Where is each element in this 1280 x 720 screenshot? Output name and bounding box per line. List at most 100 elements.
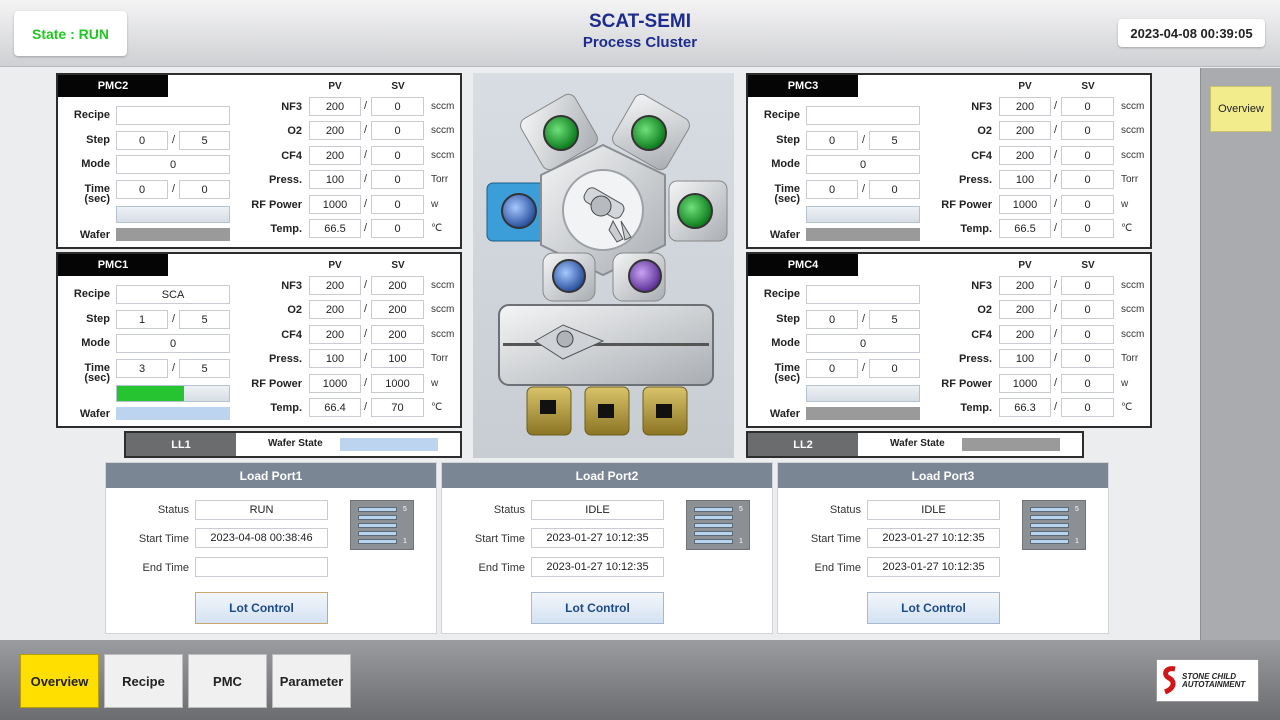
lp3-slot <box>1030 531 1069 536</box>
pmc1-press-sv[interactable]: 100 <box>371 349 424 368</box>
pmc1-rf-label: RF Power <box>251 378 302 390</box>
pmc1-o2-sv[interactable]: 200 <box>371 300 424 319</box>
pmc3-time-slash: / <box>862 183 866 195</box>
pmc4-time-slash: / <box>862 362 866 374</box>
pmc1-step-total[interactable]: 5 <box>179 310 230 329</box>
lp2-slot <box>694 523 733 528</box>
ll2-title: LL2 <box>748 433 858 456</box>
pmc1-o2-unit: sccm <box>431 304 455 315</box>
cluster-illustration <box>486 93 728 436</box>
pmc4-press-unit: Torr <box>1121 353 1139 364</box>
pmc4-temp-sv[interactable]: 0 <box>1061 398 1114 417</box>
pmc1-step-current[interactable]: 1 <box>116 310 168 329</box>
pmc2-cf4-sv[interactable]: 0 <box>371 146 424 165</box>
pmc3-step-current[interactable]: 0 <box>806 131 858 150</box>
lp1-lot-control-button[interactable]: Lot Control <box>195 592 328 624</box>
pmc2-o2-sv[interactable]: 0 <box>371 121 424 140</box>
pmc2-wafer-indicator <box>116 228 230 241</box>
side-overview-button[interactable]: Overview <box>1210 86 1272 132</box>
pmc1-nf3-label: NF3 <box>281 280 302 292</box>
logo-line2: AUTOTAINMENT <box>1182 679 1246 689</box>
lp3-slot <box>1030 507 1069 512</box>
nav-recipe-button[interactable]: Recipe <box>104 654 183 708</box>
lp1-title: Load Port1 <box>106 463 436 488</box>
pmc3-time-total[interactable]: 0 <box>869 180 920 199</box>
pmc2-progress-bar <box>116 206 230 223</box>
pmc4-time-total[interactable]: 0 <box>869 359 920 378</box>
pmc3-nf3-sv[interactable]: 0 <box>1061 97 1114 116</box>
pmc2-cf4-slash: / <box>364 149 368 161</box>
pmc4-nf3-sv[interactable]: 0 <box>1061 276 1114 295</box>
pmc3-rf-unit: w <box>1121 199 1129 210</box>
pmc2-nf3-sv[interactable]: 0 <box>371 97 424 116</box>
pmc3-cf4-sv[interactable]: 0 <box>1061 146 1114 165</box>
pmc3-step-total[interactable]: 5 <box>869 131 920 150</box>
pmc4-nf3-slash: / <box>1054 279 1058 291</box>
pmc3-rf-sv[interactable]: 0 <box>1061 195 1114 214</box>
lp2-status-field: IDLE <box>531 500 664 520</box>
pmc4-o2-sv[interactable]: 0 <box>1061 300 1114 319</box>
pmc2-recipe-field[interactable] <box>116 106 230 125</box>
nav-overview-button[interactable]: Overview <box>20 654 99 708</box>
pmc3-temp-sv[interactable]: 0 <box>1061 219 1114 238</box>
lp1-slot-top-number: 5 <box>403 506 407 513</box>
lp2-lot-control-button[interactable]: Lot Control <box>531 592 664 624</box>
pmc3-mode-field[interactable]: 0 <box>806 155 920 174</box>
pmc2-nf3-slash: / <box>364 100 368 112</box>
pmc4-step-total[interactable]: 5 <box>869 310 920 329</box>
pmc1-time-current[interactable]: 3 <box>116 359 168 378</box>
pmc2-sv-header: SV <box>391 81 405 92</box>
pmc4-cf4-pv: 200 <box>999 325 1051 344</box>
pmc2-press-sv[interactable]: 0 <box>371 170 424 189</box>
load-port-graphics <box>526 386 688 436</box>
pmc1-time-total[interactable]: 5 <box>179 359 230 378</box>
pmc2-step-current[interactable]: 0 <box>116 131 168 150</box>
ll2-wafer-state-label: Wafer State <box>890 438 945 449</box>
nav-pmc-button[interactable]: PMC <box>188 654 267 708</box>
pmc2-step-total[interactable]: 5 <box>179 131 230 150</box>
pmc4-press-sv[interactable]: 0 <box>1061 349 1114 368</box>
lp2-slot-bottom-number: 1 <box>739 538 743 545</box>
pmc1-rf-sv[interactable]: 1000 <box>371 374 424 393</box>
pmc3-recipe-field[interactable] <box>806 106 920 125</box>
pmc3-temp-unit: ℃ <box>1121 223 1133 234</box>
lp2-slot <box>694 515 733 520</box>
pmc3-o2-sv[interactable]: 0 <box>1061 121 1114 140</box>
pmc3-press-sv[interactable]: 0 <box>1061 170 1114 189</box>
side-panel: Overview <box>1200 68 1280 640</box>
pmc4-nf3-unit: sccm <box>1121 280 1145 291</box>
lp3-end-time-field: 2023-01-27 10:12:35 <box>867 557 1000 577</box>
pmc4-press-slash: / <box>1054 352 1058 364</box>
pmc3-press-slash: / <box>1054 173 1058 185</box>
pmc3-cf4-label: CF4 <box>971 150 992 162</box>
pmc1-chamber-graphic <box>486 182 550 242</box>
nav-parameter-button[interactable]: Parameter <box>272 654 351 708</box>
pmc1-cf4-sv[interactable]: 200 <box>371 325 424 344</box>
pmc1-pv-header: PV <box>328 260 342 271</box>
pmc4-time-current[interactable]: 0 <box>806 359 858 378</box>
pmc1-temp-label: Temp. <box>270 402 302 414</box>
pmc1-o2-slash: / <box>364 303 368 315</box>
pmc4-step-current[interactable]: 0 <box>806 310 858 329</box>
pmc4-o2-pv: 200 <box>999 300 1051 319</box>
pmc1-press-pv: 100 <box>309 349 361 368</box>
pmc4-cf4-sv[interactable]: 0 <box>1061 325 1114 344</box>
pmc4-nf3-label: NF3 <box>971 280 992 292</box>
pmc4-rf-sv[interactable]: 0 <box>1061 374 1114 393</box>
pmc2-time-current[interactable]: 0 <box>116 180 168 199</box>
pmc4-mode-field[interactable]: 0 <box>806 334 920 353</box>
pmc4-recipe-field[interactable] <box>806 285 920 304</box>
lp3-lot-control-button[interactable]: Lot Control <box>867 592 1000 624</box>
pmc3-time-current[interactable]: 0 <box>806 180 858 199</box>
pmc2-temp-sv[interactable]: 0 <box>371 219 424 238</box>
pmc2-rf-sv[interactable]: 0 <box>371 195 424 214</box>
pmc2-time-total[interactable]: 0 <box>179 180 230 199</box>
pmc1-recipe-field[interactable]: SCA <box>116 285 230 304</box>
pmc4-sv-header: SV <box>1081 260 1095 271</box>
pmc2-temp-slash: / <box>364 222 368 234</box>
pmc2-mode-field[interactable]: 0 <box>116 155 230 174</box>
pmc1-mode-field[interactable]: 0 <box>116 334 230 353</box>
pmc1-nf3-sv[interactable]: 200 <box>371 276 424 295</box>
pmc1-temp-sv[interactable]: 70 <box>371 398 424 417</box>
pmc2-step-slash: / <box>172 134 176 146</box>
